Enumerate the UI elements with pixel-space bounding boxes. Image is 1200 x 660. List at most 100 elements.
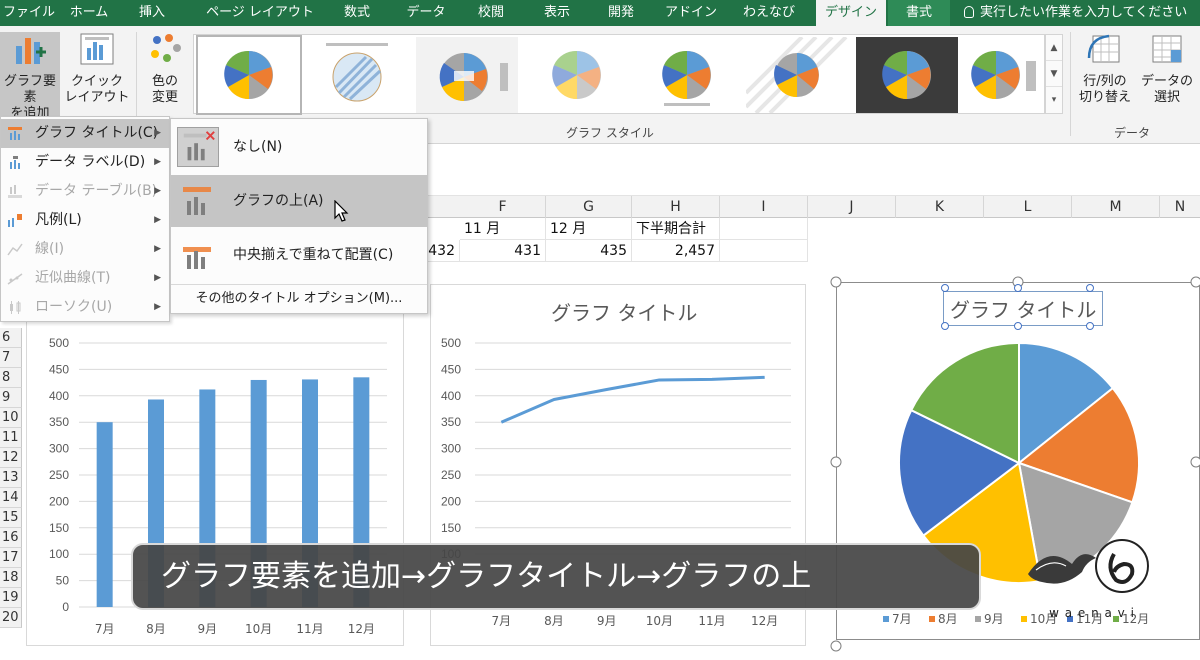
row-header[interactable]: 18 [0, 568, 22, 588]
tab-addins[interactable]: アドイン [660, 0, 722, 26]
menu-item-data-labels[interactable]: データ ラベル(D) ▶ [1, 148, 169, 177]
menu-item-label: ローソク(U) [35, 299, 113, 315]
submenu-arrow-icon: ▶ [154, 186, 161, 196]
row-header[interactable]: 9 [0, 388, 22, 408]
data-table-icon [8, 185, 22, 198]
row-header[interactable]: 14 [0, 488, 22, 508]
tab-view[interactable]: 表示 [532, 0, 582, 26]
row-header[interactable]: 8 [0, 368, 22, 388]
cell-h-header[interactable]: 下半期合計 [632, 218, 720, 240]
column-header-j[interactable]: J [808, 196, 896, 218]
waenavi-logo-mark [1028, 539, 1149, 593]
row-header[interactable]: 6 [0, 328, 22, 348]
bar-chart-xtick-label: 12月 [348, 622, 375, 636]
cell-f-header[interactable]: 11 月 [460, 218, 546, 240]
add-chart-element-icon [16, 38, 46, 64]
submenu-item-more-title-options[interactable]: その他のタイトル オプション(M)... [171, 285, 427, 313]
tab-file[interactable]: ファイル [0, 0, 58, 26]
chart-style-3[interactable] [416, 37, 518, 113]
column-header-m[interactable]: M [1072, 196, 1160, 218]
chart-style-4[interactable] [526, 37, 628, 113]
bar-chart-ytick-label: 0 [62, 600, 69, 614]
cell-i-empty[interactable] [720, 218, 808, 240]
column-header-g[interactable]: G [546, 196, 632, 218]
row-header[interactable]: 17 [0, 548, 22, 568]
row-header[interactable]: 13 [0, 468, 22, 488]
row-header[interactable]: 12 [0, 448, 22, 468]
bar-chart-ytick-label: 250 [49, 468, 69, 482]
quick-layout-label: クイック レイアウト [64, 74, 130, 105]
menu-item-label: 線(I) [35, 241, 65, 257]
row-header[interactable]: 16 [0, 528, 22, 548]
row-header[interactable]: 7 [0, 348, 22, 368]
bar-chart-ytick-label: 450 [49, 362, 69, 376]
submenu-item-above-chart[interactable]: グラフの上(A) [171, 175, 427, 227]
chart-title-none-icon [177, 127, 219, 167]
tab-design[interactable]: デザイン [816, 0, 886, 26]
gallery-up-arrow-icon[interactable]: ▲ [1046, 35, 1062, 61]
tab-home[interactable]: ホーム [58, 0, 120, 26]
menu-item-label: 近似曲線(T) [35, 270, 111, 286]
bar-chart-ytick-label: 100 [49, 547, 69, 561]
tab-format[interactable]: 書式 [888, 0, 950, 26]
cell-i-empty[interactable] [720, 240, 808, 262]
menu-item-lines[interactable]: 線(I) ▶ [1, 235, 169, 264]
waenavi-logo-text: w a e n a v i [1049, 606, 1135, 620]
tab-page-layout[interactable]: ページ レイアウト [200, 0, 320, 26]
column-header-l[interactable]: L [984, 196, 1072, 218]
tab-data[interactable]: データ [398, 0, 454, 26]
column-header-h[interactable]: H [632, 196, 720, 218]
bar-chart-ytick-label: 150 [49, 521, 69, 535]
menu-item-legend[interactable]: 凡例(L) ▶ [1, 206, 169, 235]
line-chart-xtick-label: 7月 [492, 614, 512, 628]
quick-layout-button[interactable]: クイック レイアウト [62, 32, 132, 116]
styles-gallery-scroller[interactable]: ▲ ▼ ▾ [1045, 34, 1063, 114]
tab-waenavi[interactable]: わえなび [736, 0, 802, 26]
row-header[interactable]: 10 [0, 408, 22, 428]
change-colors-button[interactable]: 色の 変更 [140, 32, 190, 116]
switch-row-column-button[interactable]: 行/列の 切り替え [1074, 32, 1136, 116]
row-header[interactable]: 15 [0, 508, 22, 528]
row-header[interactable]: 20 [0, 608, 22, 628]
tab-insert[interactable]: 挿入 [124, 0, 180, 26]
submenu-arrow-icon: ▶ [154, 215, 161, 225]
column-header-i[interactable]: I [720, 196, 808, 218]
chart-style-2[interactable] [306, 37, 408, 113]
line-chart-ytick-label: 450 [441, 362, 461, 376]
submenu-arrow-icon: ▶ [154, 302, 161, 312]
chart-style-5[interactable] [636, 37, 738, 113]
row-header[interactable]: 11 [0, 428, 22, 448]
gallery-more-icon[interactable]: ▾ [1046, 87, 1062, 113]
chart-style-8[interactable] [954, 37, 1042, 113]
select-data-button[interactable]: データの 選択 [1136, 32, 1198, 116]
cell-f-value[interactable]: 431 [460, 240, 546, 262]
menu-item-chart-title[interactable]: グラフ タイトル(C) ▶ [1, 119, 169, 148]
tab-developer[interactable]: 開発 [598, 0, 644, 26]
line-chart-xtick-label: 9月 [597, 614, 617, 628]
tab-formulas[interactable]: 数式 [332, 0, 382, 26]
tab-review[interactable]: 校閲 [466, 0, 516, 26]
cell-h-value[interactable]: 2,457 [632, 240, 720, 262]
column-header-n[interactable]: N [1160, 196, 1200, 218]
add-chart-element-button[interactable]: グラフ要素 を追加 [0, 32, 60, 121]
line-chart-title[interactable]: グラフ タイトル [551, 297, 697, 326]
cell-g-value[interactable]: 435 [546, 240, 632, 262]
cell-g-header[interactable]: 12 月 [546, 218, 632, 240]
menu-item-trendline[interactable]: 近似曲線(T) ▶ [1, 264, 169, 293]
menu-item-data-table[interactable]: データ テーブル(B) ▶ [1, 177, 169, 206]
chart-style-1[interactable] [196, 35, 302, 115]
column-header-k[interactable]: K [896, 196, 984, 218]
column-header-f[interactable]: F [460, 196, 546, 218]
submenu-item-none[interactable]: なし(N) [171, 121, 427, 173]
chart-style-6[interactable] [746, 37, 848, 113]
line-chart-ytick-label: 250 [441, 468, 461, 482]
gallery-down-arrow-icon[interactable]: ▼ [1046, 61, 1062, 87]
line-chart-xtick-label: 12月 [751, 614, 778, 628]
menu-item-candlestick[interactable]: ローソク(U) ▶ [1, 293, 169, 322]
row-header[interactable]: 19 [0, 588, 22, 608]
submenu-item-centered-overlay[interactable]: 中央揃えで重ねて配置(C) [171, 229, 427, 281]
tell-me-box[interactable]: 実行したい作業を入力してください [964, 0, 1187, 26]
chart-style-7[interactable] [856, 37, 958, 113]
instruction-caption: グラフ要素を追加→グラフタイトル→グラフの上 [131, 543, 981, 610]
add-chart-element-menu: グラフ タイトル(C) ▶ データ ラベル(D) ▶ データ テーブル(B) ▶ 凡例… [0, 116, 170, 322]
